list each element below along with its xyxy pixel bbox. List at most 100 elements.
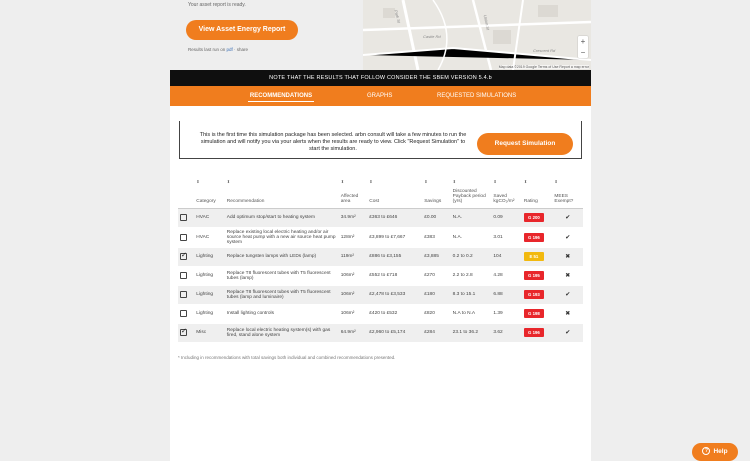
mees-exempt-icon: ✖ [552, 247, 583, 267]
simulation-notice-text: This is the first time this simulation p… [199, 132, 467, 152]
saved-co2-cell: 3.01 [491, 227, 522, 248]
row-select-cell [178, 208, 195, 228]
cost-cell: £2,478 to £3,533 [367, 285, 423, 305]
map-street-label: Crescent Rd [533, 48, 556, 53]
sort-icon[interactable]: ⬍ [196, 179, 199, 184]
column-header[interactable]: ⬍ MEES Exempt? [552, 175, 583, 209]
rating-badge: G 198 [523, 309, 544, 318]
saved-co2-cell: 104 [491, 247, 522, 267]
tab-recommendations[interactable]: RECOMMENDATIONS [240, 86, 322, 106]
cost-cell: £552 to £718 [367, 266, 423, 286]
table-row[interactable]: Lighting Replace T8 fluorescent tubes wit… [178, 285, 583, 305]
zoom-out-icon[interactable]: − [578, 47, 588, 58]
table-row[interactable]: MiscReplace local electric heating syste… [178, 323, 583, 343]
sort-icon[interactable]: ⬍ [453, 179, 456, 184]
cost-cell: £3,899 to £7,667 [367, 227, 423, 248]
help-button[interactable]: ? Help [692, 443, 738, 461]
row-checkbox[interactable] [180, 291, 187, 298]
results-tabs: RECOMMENDATIONS GRAPHS REQUESTED SIMULAT… [170, 86, 591, 106]
column-header[interactable]: ⬍ Category [194, 175, 225, 209]
cost-cell: £886 to £3,155 [367, 247, 423, 267]
savings-cell: £270 [422, 266, 451, 286]
request-simulation-button[interactable]: Request Simulation [477, 133, 573, 155]
row-select-cell [178, 323, 195, 343]
mees-exempt-icon: ✔ [552, 208, 583, 228]
recommendation-cell: Replace local electric heating system(s)… [224, 323, 339, 343]
location-map[interactable]: Park St Union St Crescent Rd Castle Rd +… [363, 0, 591, 70]
rating-cell: G 193 [521, 285, 553, 305]
simulation-notice: This is the first time this simulation p… [179, 121, 582, 159]
saved-co2-cell: 6.88 [491, 285, 522, 305]
main-page: Your asset report is ready. View Asset E… [170, 0, 591, 461]
map-credit: Map data ©2019 Google Terms of Use Repor… [498, 65, 589, 69]
column-header[interactable]: ⬍ Savings [422, 175, 451, 209]
rating-cell: G 196 [521, 227, 553, 248]
table-row[interactable]: HVAC Add optimum stop/start to heating sy… [178, 208, 583, 228]
row-checkbox[interactable] [180, 272, 187, 279]
category-cell: Misc [194, 323, 225, 343]
saved-co2-cell: 4.28 [491, 266, 522, 286]
column-header[interactable]: ⬍ Rating [521, 175, 553, 209]
column-header[interactable]: ⬍ Recommendation [224, 175, 339, 209]
table-row[interactable]: Lighting Install lighting controls 106m² £4… [178, 304, 583, 324]
report-panel: Your asset report is ready. View Asset E… [170, 0, 362, 68]
sort-icon[interactable]: ⬍ [341, 179, 344, 184]
rating-badge: G 196 [523, 232, 544, 242]
category-cell: Lighting [194, 285, 225, 305]
category-cell: Lighting [194, 247, 225, 267]
column-header[interactable]: ⬍ Affected area [338, 175, 368, 209]
table-row[interactable]: HVAC Replace existing local electric heat… [178, 227, 583, 248]
tab-graphs[interactable]: GRAPHS [367, 86, 392, 106]
saved-co2-cell: 3.62 [491, 323, 522, 343]
column-header[interactable]: ⬍ Discounted Payback period (yrs) [450, 175, 492, 209]
column-header[interactable]: ⬍ Saved kgCO₂/m² [491, 175, 522, 209]
recommendation-cell: Replace T8 fluorescent tubes with T5 flu… [224, 266, 339, 286]
row-select-cell [178, 266, 195, 286]
report-status-text: Your asset report is ready. [188, 2, 246, 8]
row-checkbox[interactable] [180, 327, 187, 336]
row-checkbox[interactable] [180, 233, 187, 241]
area-cell: 64.9m² [338, 323, 368, 343]
payback-cell: N.A. [450, 227, 492, 248]
sort-icon[interactable]: ⬍ [493, 179, 496, 184]
row-checkbox[interactable] [180, 251, 187, 260]
row-select-cell [178, 285, 195, 305]
view-asset-energy-report-button[interactable]: View Asset Energy Report [186, 20, 298, 40]
cost-cell: £2,960 to £5,174 [367, 323, 423, 343]
row-checkbox[interactable] [180, 214, 187, 221]
sort-icon[interactable]: ⬍ [424, 179, 427, 184]
row-checkbox[interactable] [180, 310, 187, 317]
category-cell: HVAC [194, 208, 225, 228]
tab-requested-simulations[interactable]: REQUESTED SIMULATIONS [437, 86, 516, 106]
table-footnote: * Including in recommendations with tota… [178, 355, 396, 360]
rating-badge: G 195 [523, 271, 544, 280]
rating-badge: G 196 [523, 328, 544, 337]
sort-icon[interactable]: ⬍ [369, 179, 372, 184]
mees-exempt-icon: ✔ [552, 323, 583, 343]
share-link[interactable]: · share [233, 47, 248, 52]
payback-cell: 23.1 to 36.2 [450, 323, 492, 343]
map-street-label: Castle Rd [423, 34, 441, 39]
payback-cell: 2.2 to 2.8 [450, 266, 492, 286]
recommendation-cell: Install lighting controls [224, 304, 339, 324]
recommendation-cell: Add optimum stop/start to heating system [224, 208, 339, 228]
mees-exempt-icon: ✔ [552, 285, 583, 305]
table-row[interactable]: LightingReplace tungsten lamps with LEDs… [178, 247, 583, 267]
rating-cell: G 200 [521, 208, 553, 228]
savings-cell: £820 [422, 304, 451, 324]
rating-cell: G 196 [521, 323, 553, 343]
rating-badge: G 200 [523, 213, 544, 222]
row-select-cell [178, 227, 195, 248]
table-row[interactable]: Lighting Replace T8 fluorescent tubes wit… [178, 266, 583, 286]
sort-icon[interactable]: ⬍ [524, 179, 527, 184]
area-cell: 106m² [338, 266, 368, 286]
map-zoom-control[interactable]: + − [578, 36, 588, 58]
payback-cell: 0.2 to 0.2 [450, 247, 492, 267]
zoom-in-icon[interactable]: + [578, 36, 588, 47]
area-cell: 128m² [338, 227, 368, 248]
sort-icon[interactable]: ⬍ [554, 179, 557, 184]
sort-icon[interactable]: ⬍ [227, 179, 230, 184]
report-links: Results last run on pdf · share [188, 47, 248, 52]
savings-cell: £3,885 [422, 247, 451, 267]
column-header[interactable]: ⬍ Cost [367, 175, 423, 209]
